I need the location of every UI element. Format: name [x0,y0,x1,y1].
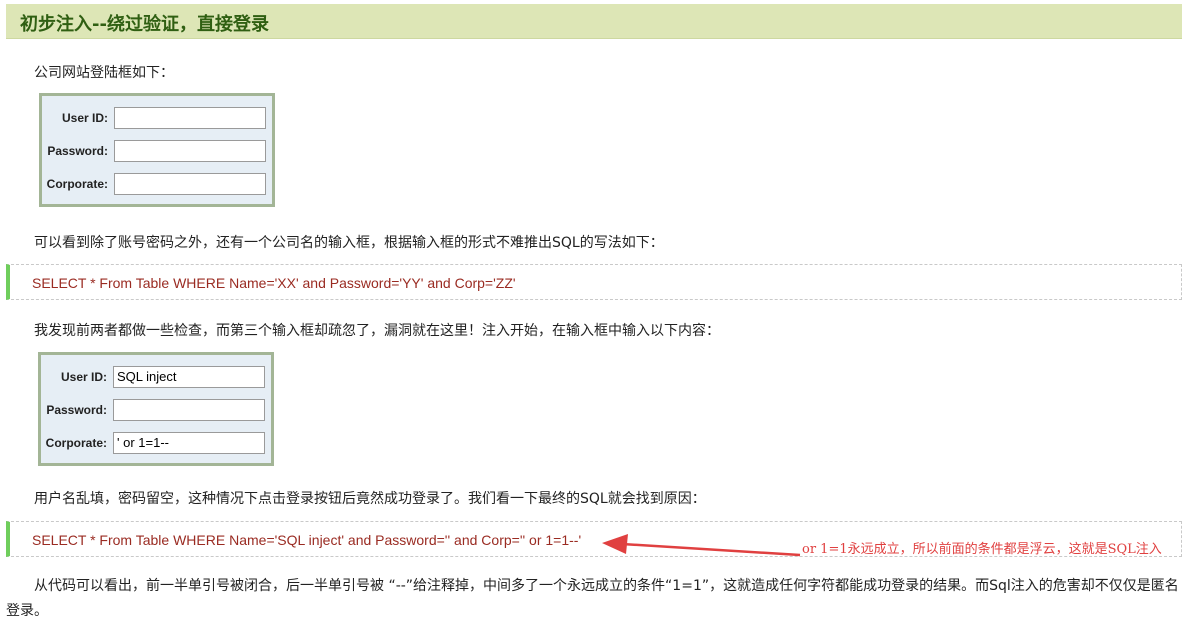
annotation-arrow [602,534,801,557]
paragraph-conclusion: 从代码可以看出，前一半单引号被闭合，后一半单引号被 “--”给注释掉，中间多了一… [6,578,1179,619]
annotation-text: or 1=1永远成立，所以前面的条件都是浮云，这就是SQL注入 [802,542,1162,557]
